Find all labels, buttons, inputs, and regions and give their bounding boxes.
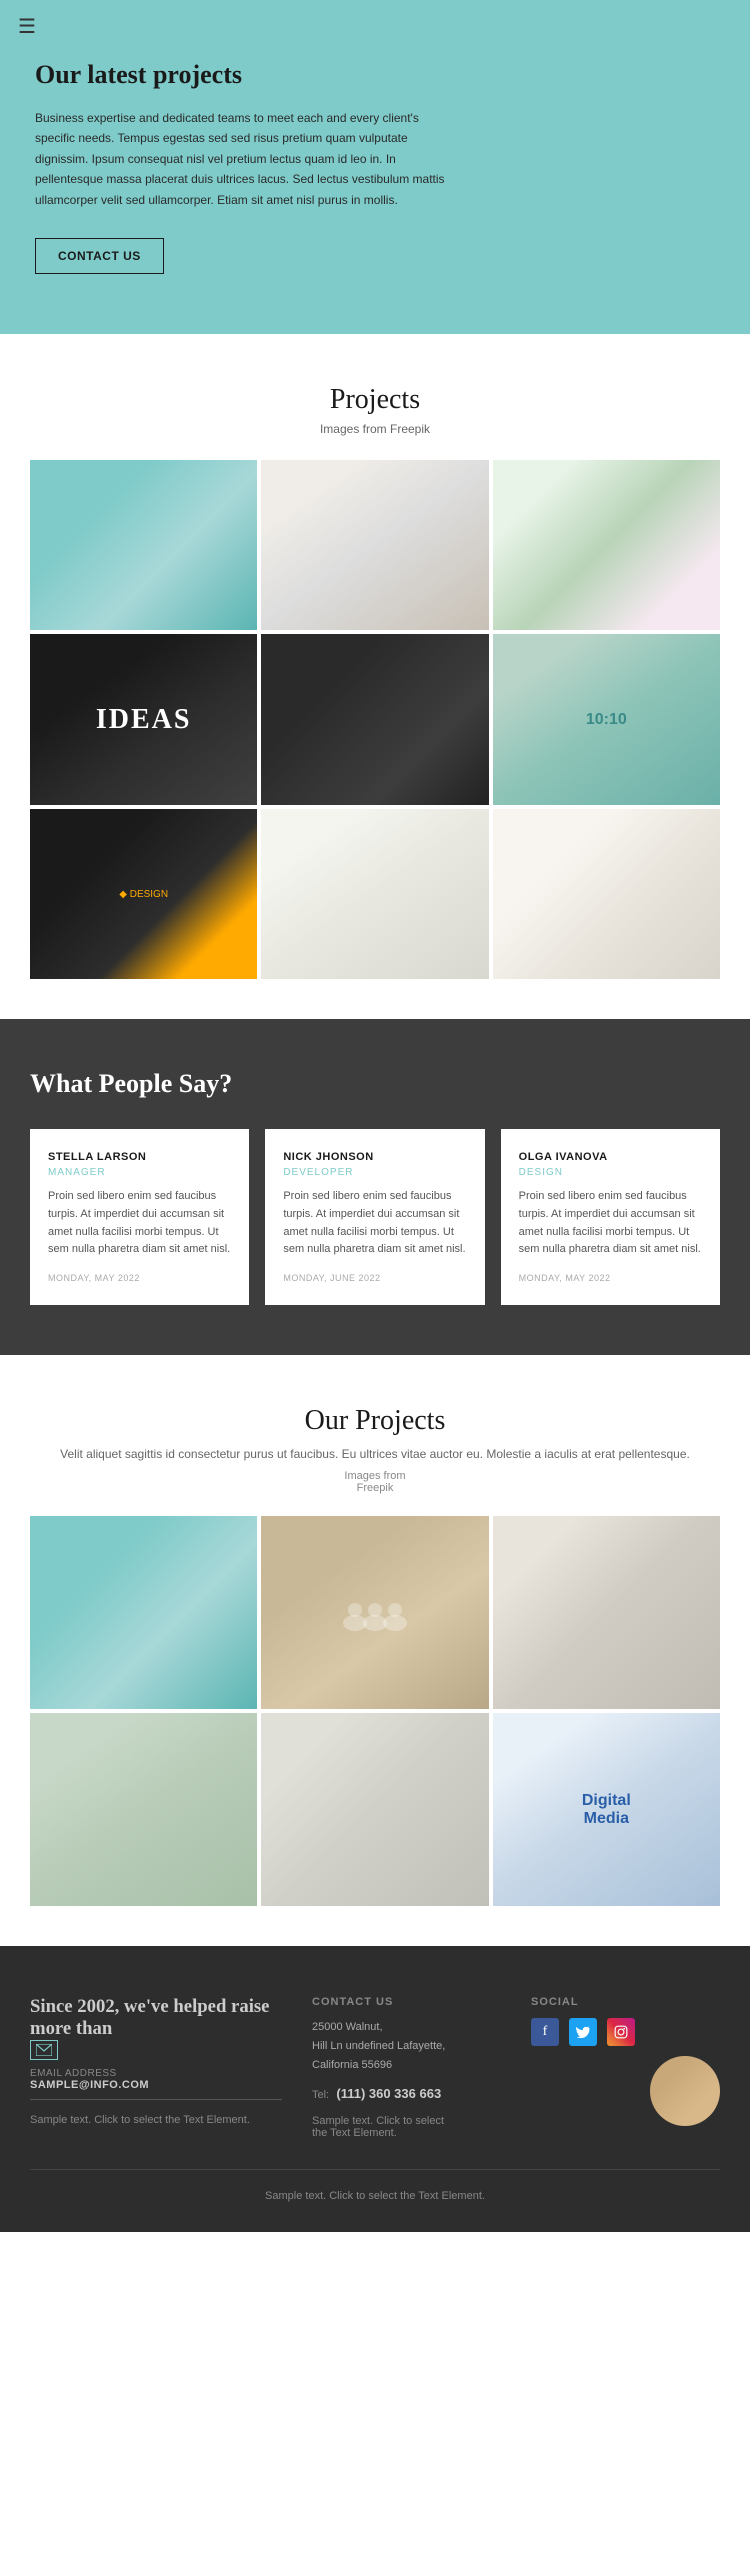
project-image-bcard-bw[interactable]: [261, 460, 488, 630]
testimonial-date-0: MONDAY, MAY 2022: [48, 1273, 231, 1283]
testimonial-name-0: STELLA LARSON: [48, 1151, 231, 1163]
projects-title: Projects: [30, 384, 720, 416]
footer-bottom-text: Sample text. Click to select the Text El…: [265, 2190, 485, 2202]
testimonials-grid: STELLA LARSON MANAGER Proin sed libero e…: [30, 1129, 720, 1304]
our-projects-section: Our Projects Velit aliquet sagittis id c…: [0, 1355, 750, 1947]
our-project-fold[interactable]: [261, 1713, 488, 1906]
tel-value: (111) 360 336 663: [336, 2086, 441, 2101]
project-image-desk-lamp[interactable]: [261, 809, 488, 979]
footer-social-label: SOCIAL: [531, 1996, 720, 2008]
our-project-bag[interactable]: [30, 1713, 257, 1906]
our-projects-desc: Velit aliquet sagittis id consectetur pu…: [30, 1445, 720, 1464]
project-image-card-dark[interactable]: [261, 634, 488, 804]
projects-grid: IDEAS 10:10 ◆ DESIGN: [30, 460, 720, 979]
project-image-phone[interactable]: 10:10: [493, 634, 720, 804]
social-twitter-icon[interactable]: [569, 2018, 597, 2046]
testimonial-name-1: NICK JHONSON: [283, 1151, 466, 1163]
footer-tagline: Since 2002, we've helped raise more than: [30, 1996, 282, 2040]
email-value: SAMPLE@INFO.COM: [30, 2079, 282, 2091]
testimonial-text-1: Proin sed libero enim sed faucibus turpi…: [283, 1188, 466, 1258]
footer-divider: [30, 2099, 282, 2100]
footer-contact-label: CONTACT US: [312, 1996, 501, 2008]
hero-title: Our latest projects: [35, 60, 715, 90]
project-image-book-colorful[interactable]: [493, 460, 720, 630]
social-icons-row: f: [531, 2018, 720, 2046]
footer-avatar: [650, 2056, 720, 2126]
our-projects-grid: DigitalMedia: [30, 1516, 720, 1906]
project-image-laptop-ideas[interactable]: IDEAS: [30, 634, 257, 804]
our-projects-img-source: Images fromFreepik: [30, 1470, 720, 1494]
footer: Since 2002, we've helped raise more than…: [0, 1946, 750, 2232]
testimonial-date-2: MONDAY, MAY 2022: [519, 1273, 702, 1283]
our-project-bcard[interactable]: [493, 1516, 720, 1709]
footer-col-right: SOCIAL f: [531, 1996, 720, 2139]
project-image-keyboard[interactable]: [493, 809, 720, 979]
footer-tel: Tel: (111) 360 336 663: [312, 2086, 501, 2101]
email-label: EMAIL ADDRESS: [30, 2068, 282, 2079]
social-facebook-icon[interactable]: f: [531, 2018, 559, 2046]
tel-label: Tel:: [312, 2089, 329, 2101]
footer-sample-text-1: Sample text. Click to select the Text El…: [30, 2114, 282, 2126]
testimonial-card-1: NICK JHONSON DEVELOPER Proin sed libero …: [265, 1129, 484, 1304]
projects-section: Projects Images from Freepik IDEAS 10:10…: [0, 334, 750, 1019]
testimonial-name-2: OLGA IVANOVA: [519, 1151, 702, 1163]
social-instagram-icon[interactable]: [607, 2018, 635, 2046]
project-image-books-teal[interactable]: [30, 460, 257, 630]
footer-col-middle: CONTACT US 25000 Walnut,Hill Ln undefine…: [312, 1996, 501, 2139]
testimonial-role-1: DEVELOPER: [283, 1167, 466, 1178]
footer-grid: Since 2002, we've helped raise more than…: [30, 1996, 720, 2139]
testimonial-date-1: MONDAY, JUNE 2022: [283, 1273, 466, 1283]
our-project-digital[interactable]: DigitalMedia: [493, 1713, 720, 1906]
testimonial-text-2: Proin sed libero enim sed faucibus turpi…: [519, 1188, 702, 1258]
our-project-books[interactable]: [30, 1516, 257, 1709]
footer-sample-text-2: Sample text. Click to selectthe Text Ele…: [312, 2115, 501, 2139]
our-project-team[interactable]: [261, 1516, 488, 1709]
testimonial-role-2: DESIGN: [519, 1167, 702, 1178]
testimonial-card-0: STELLA LARSON MANAGER Proin sed libero e…: [30, 1129, 249, 1304]
contact-us-button[interactable]: CONTACT US: [35, 238, 164, 274]
testimonial-card-2: OLGA IVANOVA DESIGN Proin sed libero eni…: [501, 1129, 720, 1304]
hero-section: Our latest projects Business expertise a…: [0, 0, 750, 334]
testimonial-text-0: Proin sed libero enim sed faucibus turpi…: [48, 1188, 231, 1258]
footer-col-left: Since 2002, we've helped raise more than…: [30, 1996, 282, 2139]
email-icon: [30, 2040, 58, 2060]
testimonials-section: What People Say? STELLA LARSON MANAGER P…: [0, 1019, 750, 1354]
testimonial-role-0: MANAGER: [48, 1167, 231, 1178]
hamburger-menu[interactable]: ☰: [18, 14, 36, 39]
project-image-design-card[interactable]: ◆ DESIGN: [30, 809, 257, 979]
footer-bottom: Sample text. Click to select the Text El…: [30, 2169, 720, 2202]
testimonials-title: What People Say?: [30, 1069, 720, 1099]
hero-description: Business expertise and dedicated teams t…: [35, 108, 455, 210]
our-projects-title: Our Projects: [30, 1405, 720, 1437]
projects-subtitle: Images from Freepik: [30, 422, 720, 436]
footer-address: 25000 Walnut,Hill Ln undefined Lafayette…: [312, 2018, 501, 2074]
